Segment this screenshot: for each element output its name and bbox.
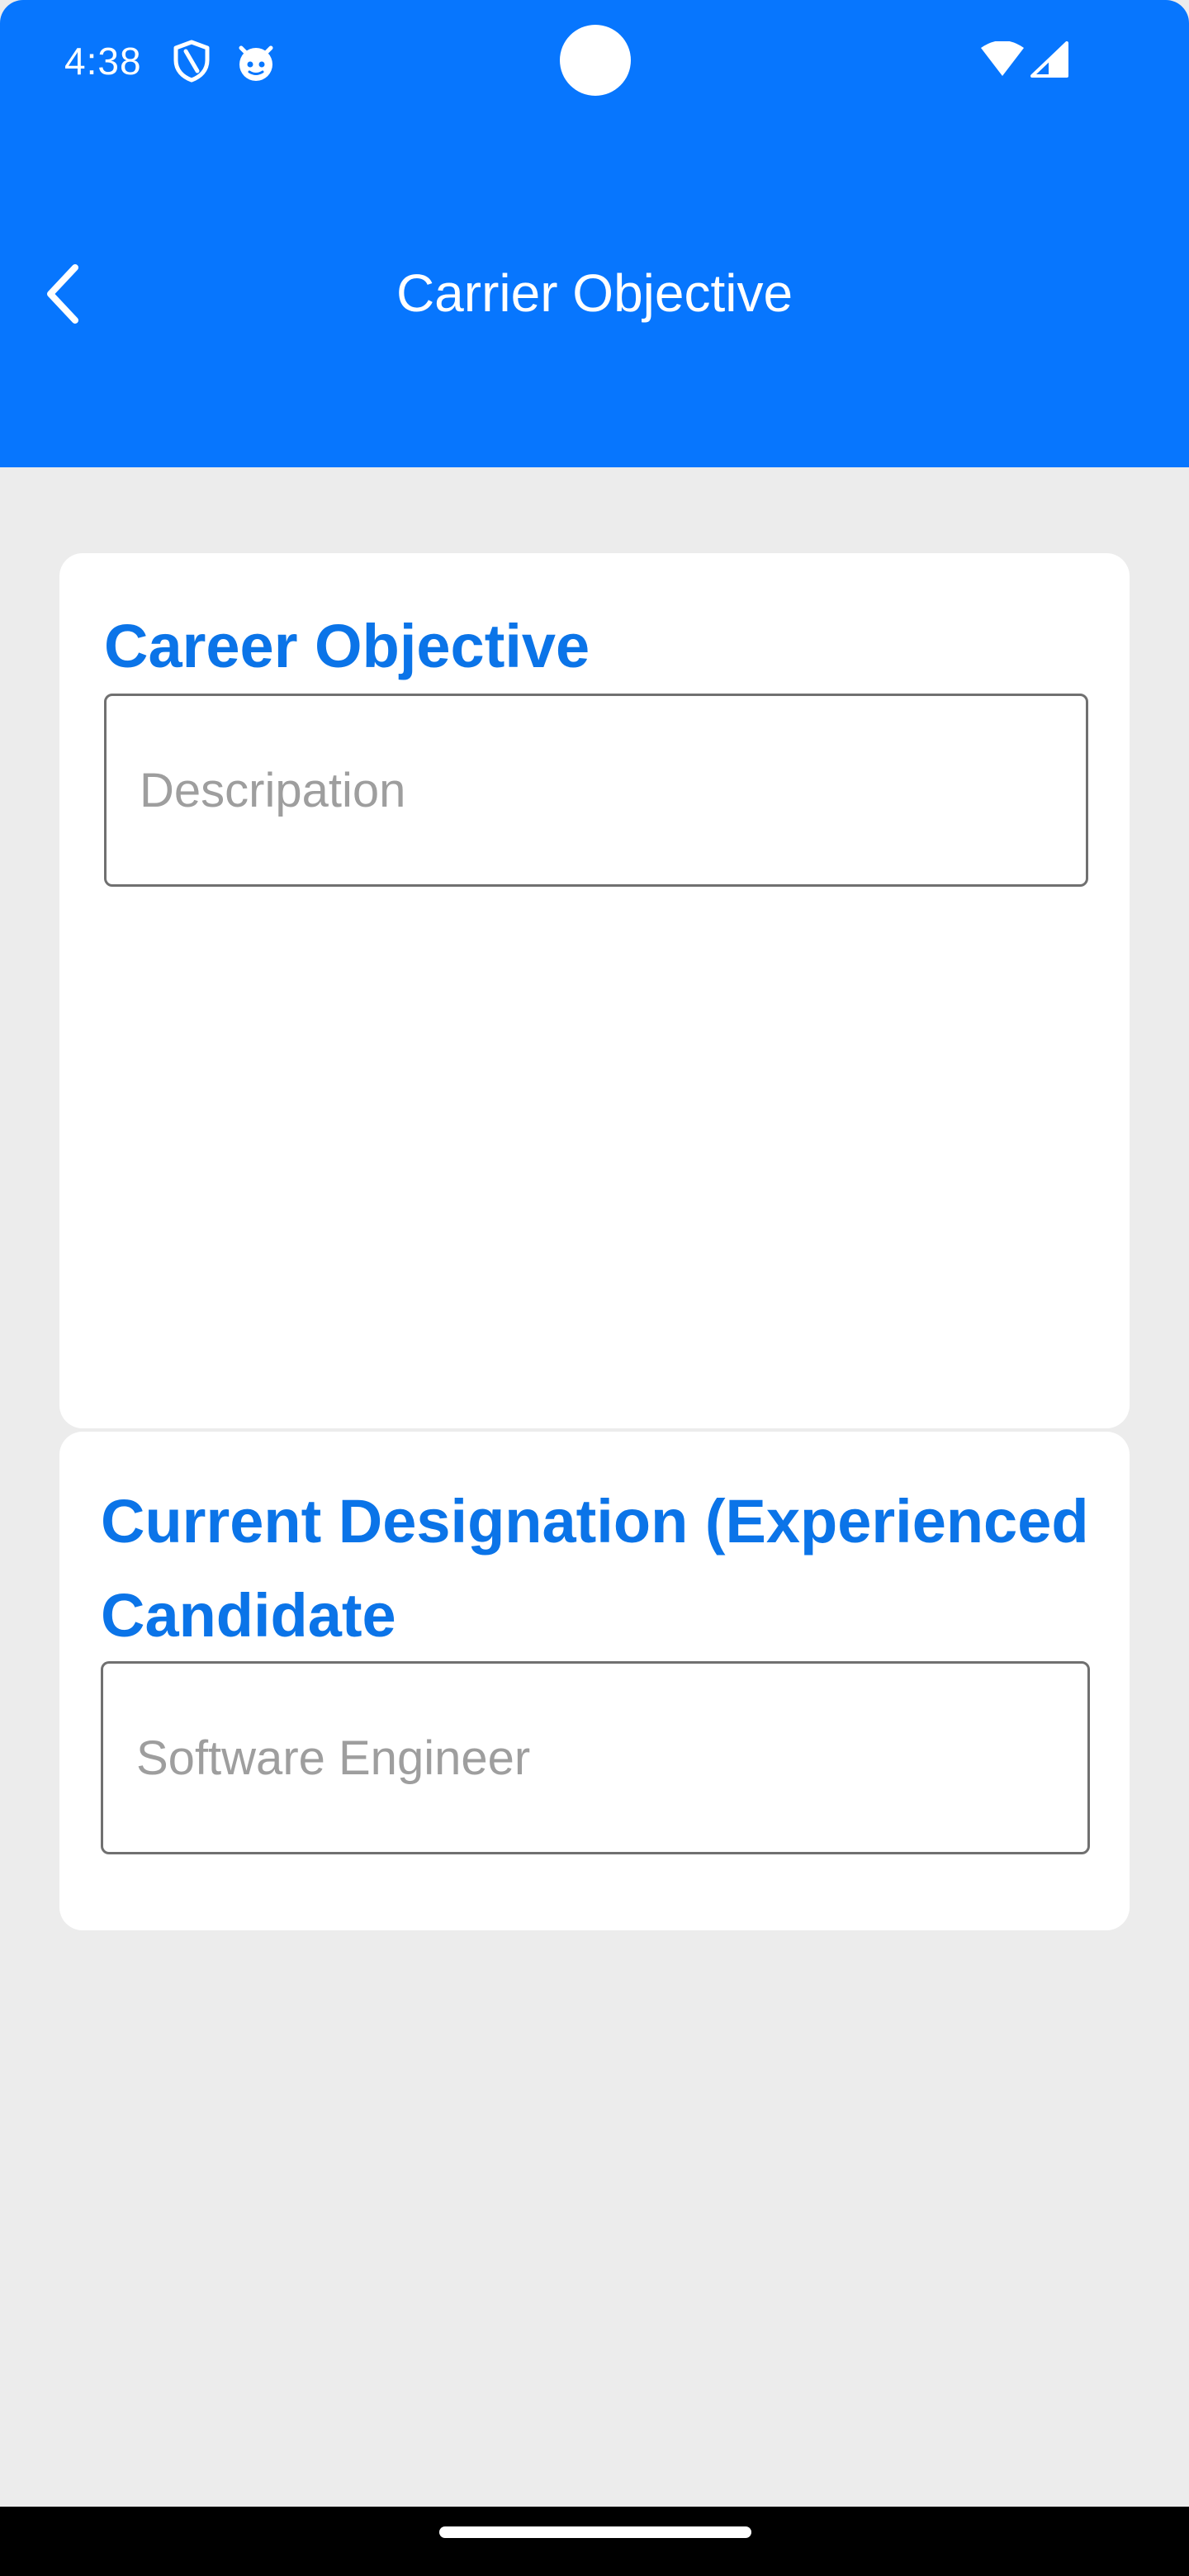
- career-objective-card: Career Objective: [59, 553, 1130, 1428]
- navigation-bar: [0, 2507, 1189, 2576]
- home-indicator[interactable]: [439, 2526, 751, 2538]
- career-objective-title: Career Objective: [104, 612, 590, 680]
- status-bar: 4:38: [0, 0, 1189, 124]
- camera-cutout: [560, 25, 631, 96]
- designation-input[interactable]: [103, 1664, 1087, 1852]
- app-bar: 4:38 Carrier Objective: [0, 0, 1189, 467]
- shield-icon: [173, 40, 210, 83]
- current-designation-title: Current Designation (Experienced Candida…: [101, 1487, 1089, 1650]
- page-title: Carrier Objective: [396, 263, 793, 323]
- designation-field[interactable]: [101, 1661, 1090, 1854]
- cellular-signal-icon: [1030, 41, 1068, 78]
- screen: 4:38 Carrier Objective Career Objective …: [0, 0, 1189, 2576]
- wifi-icon: [981, 41, 1024, 76]
- description-input[interactable]: [107, 696, 1086, 884]
- current-designation-card: Current Designation (Experienced Candida…: [59, 1432, 1130, 1930]
- status-time: 4:38: [64, 40, 142, 83]
- description-field[interactable]: [104, 694, 1088, 887]
- android-debug-icon: [239, 45, 273, 81]
